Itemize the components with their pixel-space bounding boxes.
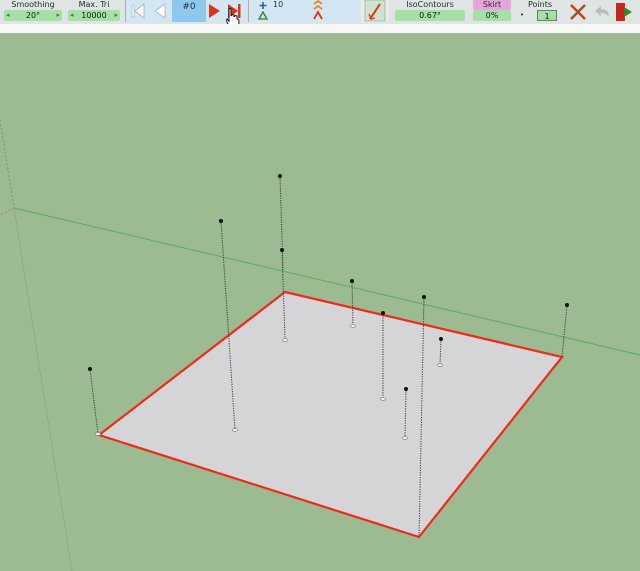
survey-point[interactable] [219, 219, 223, 223]
contour-chevrons-icon[interactable] [311, 0, 325, 22]
isocontours-control[interactable]: IsoContours 0.67° [393, 0, 467, 22]
play-icon[interactable] [206, 1, 222, 21]
decrease-dot-icon[interactable]: • [520, 11, 524, 19]
points-value[interactable]: 1 [537, 10, 557, 21]
3d-viewport[interactable] [0, 33, 640, 571]
increase-arrow-icon[interactable]: ▸ [56, 10, 60, 21]
increase-arrow-icon[interactable]: ▸ [114, 10, 118, 21]
red-axis-line [0, 207, 15, 216]
max-tri-control[interactable]: Max. Tri 10000 ◂ ▸ [66, 0, 122, 22]
survey-point[interactable] [439, 337, 443, 341]
first-frame-icon[interactable] [130, 1, 146, 21]
triangle-icon [258, 10, 268, 20]
vertex-count: 10 [273, 0, 284, 9]
undo-arrow-icon[interactable] [592, 2, 612, 22]
max-tri-value[interactable]: 10000 [68, 10, 120, 21]
decrease-arrow-icon[interactable]: ◂ [70, 10, 74, 21]
playback-group: #0 [125, 0, 249, 30]
points-control[interactable]: Points • 1 [517, 0, 563, 22]
smoothing-label: Smoothing [11, 0, 55, 9]
skirt-value[interactable]: 0% [473, 10, 511, 21]
decrease-arrow-icon[interactable]: ◂ [6, 10, 10, 21]
frame-counter-box: #0 [172, 0, 206, 22]
plugin-toolbar: Smoothing 20° ◂ ▸ Max. Tri 10000 ◂ ▸ #0 [0, 0, 640, 30]
frame-number: #0 [182, 2, 196, 12]
survey-point[interactable] [381, 311, 385, 315]
survey-point[interactable] [280, 248, 284, 252]
survey-point[interactable] [422, 295, 426, 299]
isocontours-label: IsoContours [406, 0, 454, 9]
survey-point[interactable] [350, 279, 354, 283]
survey-point[interactable] [565, 303, 569, 307]
isocontours-value[interactable]: 0.67° [395, 10, 465, 21]
delete-x-icon[interactable] [568, 2, 588, 22]
generation-info: 10 [251, 0, 359, 22]
smoothing-control[interactable]: Smoothing 20° ◂ ▸ [2, 0, 64, 22]
max-tri-label: Max. Tri [78, 0, 110, 9]
skirt-control[interactable]: Skirt 0% [471, 0, 513, 22]
surface-style-button[interactable] [361, 0, 389, 22]
points-label: Points [527, 0, 553, 9]
survey-point[interactable] [278, 174, 282, 178]
triangulated-surface[interactable] [96, 290, 564, 539]
smoothing-value[interactable]: 20° [4, 10, 62, 21]
brush-icon [364, 0, 386, 22]
survey-point[interactable] [88, 367, 92, 371]
skirt-label: Skirt [473, 0, 511, 10]
blue-axis-dashed-line [0, 119, 15, 209]
exit-door-icon[interactable] [614, 1, 636, 23]
survey-point[interactable] [404, 387, 408, 391]
previous-frame-icon[interactable] [152, 1, 168, 21]
toolbar-divider-strip [0, 24, 640, 33]
green-axis-down-line [13, 207, 73, 571]
